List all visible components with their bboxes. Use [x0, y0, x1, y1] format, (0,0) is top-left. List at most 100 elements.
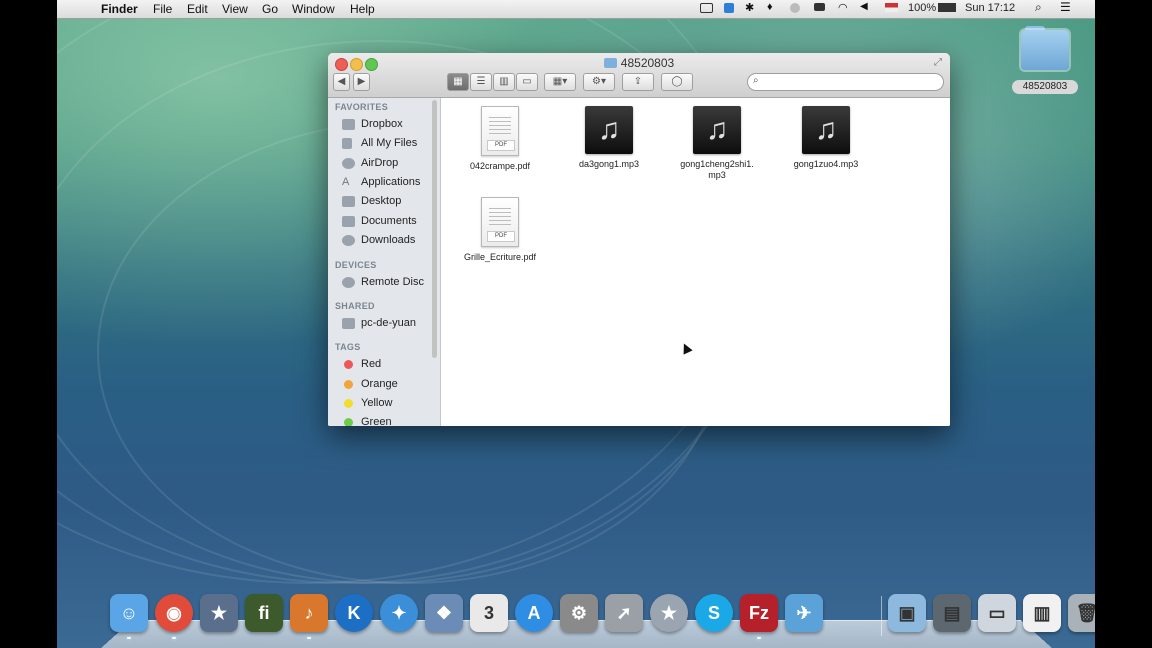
menu-edit[interactable]: Edit: [187, 2, 208, 16]
k-app-icon[interactable]: K: [335, 594, 373, 632]
screen-record-icon[interactable]: [700, 3, 713, 13]
file-item[interactable]: ♫ da3gong1.mp3: [559, 106, 659, 170]
sidebar-item-documents[interactable]: Documents: [336, 213, 436, 231]
desktop-folder-label[interactable]: 48520803: [1012, 80, 1078, 94]
file-item[interactable]: PDF Grille_Ecriture.pdf: [450, 197, 550, 263]
file-item[interactable]: ♫ gong1zuo4.mp3: [776, 106, 876, 170]
sidebar-item-tag-green[interactable]: Green: [336, 414, 436, 426]
sidebar-item-label: Orange: [361, 378, 398, 390]
sidebar-item-remote-disc[interactable]: Remote Disc: [336, 274, 436, 292]
sidebar-item-label: Dropbox: [361, 118, 403, 130]
page-lines: [489, 208, 511, 228]
back-button[interactable]: ◀: [333, 73, 350, 91]
sidebar-item-tag-red[interactable]: Red: [336, 356, 436, 374]
file-item[interactable]: PDF 042crampe.pdf: [450, 106, 550, 172]
calendar-icon[interactable]: 3: [470, 594, 508, 632]
menu-go[interactable]: Go: [262, 2, 278, 16]
sidebar-item-downloads[interactable]: Downloads: [336, 232, 436, 250]
launchpad-icon[interactable]: ➚: [605, 594, 643, 632]
spotlight-icon[interactable]: ⌕: [1035, 0, 1047, 14]
sidebar-item-label: Yellow: [361, 397, 393, 409]
tags-button[interactable]: ◯: [661, 73, 693, 91]
search-field[interactable]: ⌕: [747, 73, 944, 91]
sidebar-item-label: Green: [361, 416, 392, 426]
green-tag-icon: [344, 418, 353, 426]
page-lines: [489, 117, 511, 137]
desktop-icon: [342, 196, 355, 207]
battery-percent[interactable]: 100%: [908, 2, 936, 14]
sidebar-item-dropbox[interactable]: Dropbox: [336, 116, 436, 134]
file-name: da3gong1.mp3: [578, 159, 640, 169]
wifi-icon[interactable]: ◠: [838, 1, 850, 14]
bluetooth-icon[interactable]: ✱: [745, 1, 757, 14]
running-indicator: [172, 637, 176, 639]
menu-window[interactable]: Window: [292, 2, 335, 16]
sidebar-item-label: AirDrop: [361, 157, 399, 169]
sidebar-item-desktop[interactable]: Desktop: [336, 193, 436, 211]
fullscreen-icon[interactable]: ⤢: [934, 57, 942, 68]
trash-icon[interactable]: 🗑: [1068, 594, 1095, 632]
forward-button[interactable]: ▶: [353, 73, 370, 91]
sidebar-item-label: All My Files: [361, 137, 418, 149]
dropbox-icon[interactable]: [724, 3, 734, 13]
action-menu-button[interactable]: ⚙▾: [583, 73, 615, 91]
skype-icon[interactable]: S: [695, 594, 733, 632]
file-item[interactable]: ♫ gong1cheng2shi1. mp3: [667, 106, 767, 181]
all-files-icon: [342, 138, 352, 149]
pdf-file-icon: PDF: [481, 106, 519, 156]
imovie-icon[interactable]: ★: [200, 594, 238, 632]
running-indicator: [757, 637, 761, 639]
filezilla-icon[interactable]: Fz: [740, 594, 778, 632]
desktop-folder-icon[interactable]: [1017, 22, 1073, 74]
list-view-button[interactable]: ☰: [470, 73, 492, 91]
file-name: 042crampe.pdf: [469, 161, 531, 171]
file-name: Grille_Ecriture.pdf: [463, 252, 537, 262]
sidebar-header-favorites: FAVORITES: [335, 102, 389, 112]
flag-us-icon[interactable]: [885, 3, 898, 12]
menu-finder[interactable]: Finder: [101, 2, 138, 16]
bird-app-icon[interactable]: ✈: [785, 594, 823, 632]
sidebar-item-pc-de-yuan[interactable]: pc-de-yuan: [336, 315, 436, 333]
typography-app-icon[interactable]: fi: [245, 594, 283, 632]
sidebar-item-all-my-files[interactable]: All My Files: [336, 135, 436, 153]
pc-icon: [342, 318, 355, 329]
flame-icon[interactable]: ♦: [767, 1, 779, 13]
preview-icon[interactable]: ❖: [425, 594, 463, 632]
column-view-button[interactable]: ▥: [493, 73, 515, 91]
volume-icon[interactable]: ◀: [860, 1, 872, 12]
sidebar-item-tag-yellow[interactable]: Yellow: [336, 395, 436, 413]
arrange-menu-button[interactable]: ▦▾: [544, 73, 576, 91]
printer-icon[interactable]: ▤: [933, 594, 971, 632]
keyboard-icon[interactable]: [814, 3, 825, 11]
sidebar-item-tag-orange[interactable]: Orange: [336, 376, 436, 394]
sync-icon[interactable]: [790, 3, 800, 13]
sidebar-header-devices: DEVICES: [335, 260, 377, 270]
menu-help[interactable]: Help: [350, 2, 375, 16]
safari-icon[interactable]: ✦: [380, 594, 418, 632]
clock[interactable]: Sun 17:12: [965, 2, 1015, 14]
battery-icon[interactable]: [938, 3, 956, 12]
system-preferences-icon[interactable]: ⚙: [560, 594, 598, 632]
icon-view-button[interactable]: ▦: [447, 73, 469, 91]
app-store-icon[interactable]: A: [515, 594, 553, 632]
chrome-icon[interactable]: ◉: [155, 594, 193, 632]
star-app-icon[interactable]: ★: [650, 594, 688, 632]
sidebar-item-applications[interactable]: A Applications: [336, 174, 436, 192]
share-button[interactable]: ⇪: [622, 73, 654, 91]
sidebar-item-label: pc-de-yuan: [361, 317, 417, 329]
finder-icon[interactable]: ☺: [110, 594, 148, 632]
notification-list-icon[interactable]: ☰: [1060, 0, 1072, 14]
sidebar-item-airdrop[interactable]: AirDrop: [336, 155, 436, 173]
menu-view[interactable]: View: [222, 2, 248, 16]
downloads-icon: [342, 235, 355, 246]
window-toolbar: 48520803 ⤢ ◀ ▶ ▦ ☰ ▥ ▭ ▦▾ ⚙▾ ⇪ ◯ ⌕: [328, 53, 950, 98]
folder-stack-icon[interactable]: ▣: [888, 594, 926, 632]
scanner-icon[interactable]: ▭: [978, 594, 1016, 632]
cover-flow-button[interactable]: ▭: [516, 73, 538, 91]
menu-file[interactable]: File: [153, 2, 172, 16]
garageband-icon[interactable]: ♪: [290, 594, 328, 632]
music-file-icon: ♫: [802, 106, 850, 154]
sidebar-item-label: Remote Disc: [361, 276, 424, 288]
documents-stack-icon[interactable]: ▥: [1023, 594, 1061, 632]
folder-icon: [603, 58, 617, 68]
